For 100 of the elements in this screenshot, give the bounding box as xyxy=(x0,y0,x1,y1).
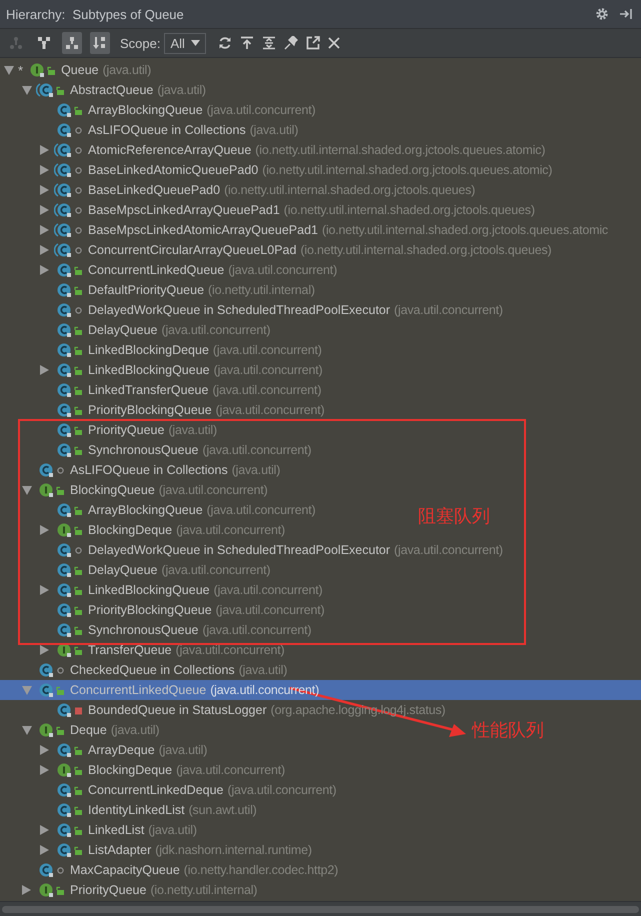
type-name: AtomicReferenceArrayQueue xyxy=(88,143,252,157)
type-name: BoundedQueue in StatusLogger xyxy=(88,703,267,717)
collapsed-arrow-icon[interactable] xyxy=(40,645,49,655)
package-name: (java.util.concurrent) xyxy=(212,383,322,397)
type-name: PriorityQueue xyxy=(70,883,146,897)
tree-item[interactable]: ArrayBlockingQueue (java.util.concurrent) xyxy=(0,500,316,520)
collapsed-arrow-icon[interactable] xyxy=(40,185,49,195)
tree-item[interactable]: DelayedWorkQueue in ScheduledThreadPoolExecutor (java.util.concurrent) xyxy=(0,540,503,560)
scrollbar-thumb[interactable] xyxy=(2,906,639,913)
tree-item[interactable]: PriorityBlockingQueue (java.util.concurrent) xyxy=(0,400,325,420)
tree-item[interactable]: AbstractQueue (java.util) xyxy=(0,80,206,100)
tree-item[interactable]: LinkedTransferQueue (java.util.concurrent) xyxy=(0,380,322,400)
tree-item[interactable]: DelayQueue (java.util.concurrent) xyxy=(0,560,270,580)
view-toggle-button[interactable] xyxy=(62,32,82,54)
tree-item[interactable]: TransferQueue (java.util.concurrent) xyxy=(0,640,284,660)
refresh-icon[interactable] xyxy=(218,36,232,50)
tree-item[interactable]: PriorityQueue (io.netty.util.internal) xyxy=(0,880,258,900)
tree-item[interactable]: LinkedBlockingDeque (java.util.concurrent) xyxy=(0,340,322,360)
filter-icon xyxy=(37,36,51,50)
tree-item[interactable]: AtomicReferenceArrayQueue (io.netty.util.internal.shaded.org.jctools.queues.atomic) xyxy=(0,140,546,160)
tree-item[interactable]: ArrayDeque (java.util) xyxy=(0,740,208,760)
package-name: (java.util.concurrent) xyxy=(176,643,284,657)
type-name: PriorityBlockingQueue xyxy=(88,403,212,417)
tree-item[interactable]: PriorityQueue (java.util) xyxy=(0,420,217,440)
type-name: PriorityBlockingQueue xyxy=(88,603,212,617)
package-name: (java.util.concurrent) xyxy=(202,623,312,637)
package-name: (io.netty.util.internal.shaded.org.jctools.queues) xyxy=(300,243,552,257)
tree-item[interactable]: SynchronousQueue (java.util.concurrent) xyxy=(0,440,312,460)
view-toggle-button[interactable] xyxy=(90,32,110,54)
tree-item[interactable]: BaseMpscLinkedAtomicArrayQueuePad1 (io.netty.util.internal.shaded.org.jctools.queues.atomic xyxy=(0,220,608,240)
scope-dropdown[interactable]: All xyxy=(164,32,206,54)
tree-item[interactable]: SynchronousQueue (java.util.concurrent) xyxy=(0,620,312,640)
tree-item[interactable]: BaseLinkedQueuePad0 (io.netty.util.internal.shaded.org.jctools.queues) xyxy=(0,180,476,200)
tree-item[interactable]: CheckedQueue in Collections (java.util) xyxy=(0,660,288,680)
horizontal-scrollbar[interactable] xyxy=(0,901,641,916)
expanded-arrow-icon[interactable] xyxy=(4,66,14,74)
type-name: TransferQueue xyxy=(88,643,172,657)
collapsed-arrow-icon[interactable] xyxy=(40,745,49,755)
collapsed-arrow-icon[interactable] xyxy=(40,265,49,275)
package-name: (java.util.concurrent) xyxy=(216,603,325,617)
tree-item[interactable]: BaseMpscLinkedArrayQueuePad1 (io.netty.util.internal.shaded.org.jctools.queues) xyxy=(0,200,535,220)
annotation-label: 阻塞队列 xyxy=(418,505,490,528)
export-icon[interactable] xyxy=(240,36,254,50)
expanded-arrow-icon[interactable] xyxy=(22,686,32,694)
tree-item[interactable]: DelayQueue (java.util.concurrent) xyxy=(0,320,270,340)
tree-item[interactable]: ArrayBlockingQueue (java.util.concurrent) xyxy=(0,100,316,120)
tree-item[interactable]: LinkedList (java.util) xyxy=(0,820,197,840)
type-name: IdentityLinkedList xyxy=(88,803,185,817)
scope-label: Scope: xyxy=(120,36,160,50)
tree-item[interactable]: ConcurrentLinkedDeque (java.util.concurrent) xyxy=(0,780,336,800)
package-name: (java.util.concurrent) xyxy=(214,363,322,377)
type-name: DelayQueue xyxy=(88,563,158,577)
collapsed-arrow-icon[interactable] xyxy=(40,525,49,535)
type-name: LinkedList xyxy=(88,823,144,837)
tree-item[interactable]: BlockingQueue (java.util.concurrent) xyxy=(0,480,268,500)
type-name: LinkedBlockingDeque xyxy=(88,343,209,357)
collapsed-arrow-icon[interactable] xyxy=(40,845,49,855)
type-name: ConcurrentLinkedQueue xyxy=(88,263,224,277)
collapsed-arrow-icon[interactable] xyxy=(40,245,49,255)
tree-item[interactable]: * Queue (java.util) xyxy=(0,60,152,80)
tree-item[interactable]: LinkedBlockingQueue (java.util.concurrent) xyxy=(0,360,322,380)
tree-item[interactable]: ConcurrentLinkedQueue (java.util.concurrent) xyxy=(0,260,338,280)
tree-item[interactable]: ConcurrentCircularArrayQueueL0Pad (io.netty.util.internal.shaded.org.jctools.queues) xyxy=(0,240,552,260)
hide-icon[interactable] xyxy=(619,7,633,21)
collapsed-arrow-icon[interactable] xyxy=(40,825,49,835)
tree-item[interactable]: LinkedBlockingQueue (java.util.concurrent) xyxy=(0,580,322,600)
tree-item[interactable]: ListAdapter (jdk.nashorn.internal.runtime) xyxy=(0,840,312,860)
expanded-arrow-icon[interactable] xyxy=(22,486,32,494)
tree-item[interactable]: IdentityLinkedList (sun.awt.util) xyxy=(0,800,257,820)
tree-item[interactable]: BaseLinkedAtomicQueuePad0 (io.netty.util.internal.shaded.org.jctools.queues.atomic) xyxy=(0,160,552,180)
expand-all-icon[interactable] xyxy=(262,36,276,50)
collapsed-arrow-icon[interactable] xyxy=(40,205,49,215)
tree-item[interactable]: AsLIFOQueue in Collections (java.util) xyxy=(0,120,298,140)
collapsed-arrow-icon[interactable] xyxy=(40,165,49,175)
subtypes-icon xyxy=(65,36,79,50)
package-name: (java.util.concurrent) xyxy=(206,103,316,117)
package-name: (io.netty.util.internal.shaded.org.jctools.queues.atomic) xyxy=(255,143,546,157)
tree-item[interactable]: DelayedWorkQueue in ScheduledThreadPoolExecutor (java.util.concurrent) xyxy=(0,300,503,320)
type-name: LinkedTransferQueue xyxy=(88,383,208,397)
expanded-arrow-icon[interactable] xyxy=(22,86,32,94)
tree-item[interactable]: Deque (java.util) xyxy=(0,720,160,740)
pin-icon[interactable] xyxy=(284,36,298,50)
tree-item[interactable]: AsLIFOQueue in Collections (java.util) xyxy=(0,460,280,480)
tree-item[interactable]: MaxCapacityQueue (io.netty.handler.codec.http2) xyxy=(0,860,338,880)
collapsed-arrow-icon[interactable] xyxy=(40,145,49,155)
settings-icon[interactable] xyxy=(595,7,609,21)
type-name: ConcurrentLinkedQueue xyxy=(70,683,206,697)
collapsed-arrow-icon[interactable] xyxy=(40,225,49,235)
open-external-icon[interactable] xyxy=(306,36,320,50)
collapsed-arrow-icon[interactable] xyxy=(22,885,31,895)
type-name: BlockingDeque xyxy=(88,763,172,777)
tree-item[interactable]: BlockingDeque (java.util.concurrent) xyxy=(0,760,285,780)
tree-item[interactable]: PriorityBlockingQueue (java.util.concurrent) xyxy=(0,600,325,620)
tree-item[interactable]: BlockingDeque (java.util.concurrent) xyxy=(0,520,285,540)
collapsed-arrow-icon[interactable] xyxy=(40,365,49,375)
collapsed-arrow-icon[interactable] xyxy=(40,585,49,595)
close-icon[interactable] xyxy=(328,37,340,49)
expanded-arrow-icon[interactable] xyxy=(22,726,32,734)
tree-item[interactable]: DefaultPriorityQueue (io.netty.util.internal) xyxy=(0,280,315,300)
collapsed-arrow-icon[interactable] xyxy=(40,765,49,775)
